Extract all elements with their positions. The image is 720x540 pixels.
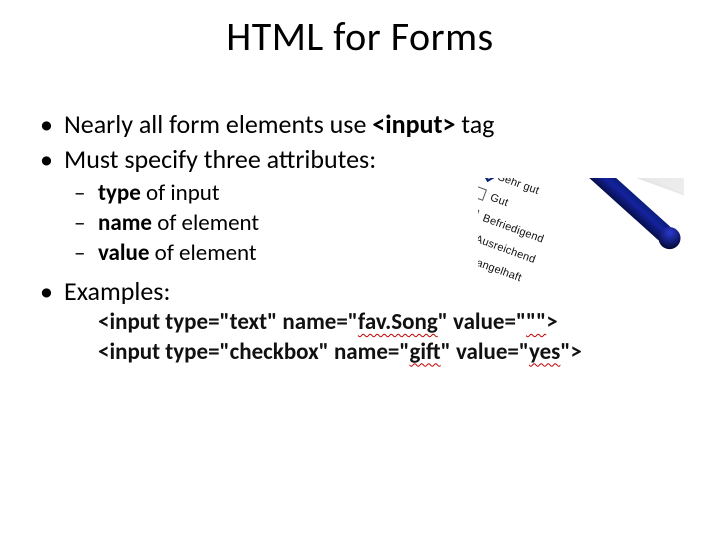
text: Examples: [64, 275, 170, 307]
code-example: <input type="text" name="fav.Song" value… [98, 308, 690, 367]
code-text: " value=" [438, 308, 526, 336]
spellcheck-word: fav.Song [358, 308, 438, 336]
survey-label: Gut [489, 192, 510, 210]
slide-title: HTML for Forms [0, 12, 720, 61]
decorative-photo: wertung Sehr gut Gut Befriedigend Ausrei… [478, 178, 684, 312]
spellcheck-word: gift [409, 338, 440, 366]
text: Must specify three attributes: [64, 143, 376, 175]
checkbox-icon [478, 186, 487, 201]
code-text: > [546, 308, 557, 336]
checkbox-icon [479, 178, 494, 180]
code-text: "> [560, 338, 582, 366]
text: of element [149, 239, 256, 267]
slide: HTML for Forms Nearly all form elements … [0, 0, 720, 540]
text: of element [152, 209, 259, 237]
code-line: <input type="text" name="fav.Song" value… [98, 308, 690, 337]
code-text: " value=" [441, 338, 529, 366]
code-text: <input type="text" name=" [98, 308, 358, 336]
code-line: <input type="checkbox" name="gift" value… [98, 338, 690, 367]
keyword: value [98, 239, 149, 267]
spellcheck-word: yes [529, 338, 560, 366]
text: of input [141, 179, 220, 207]
text: Nearly all form elements use [64, 108, 372, 140]
bullet-item: Nearly all form elements use <input> tag [30, 108, 690, 141]
checkbox-icon [478, 206, 479, 221]
keyword: type [98, 179, 141, 207]
text: tag [455, 108, 494, 140]
code-text: <input type="checkbox" name=" [98, 338, 409, 366]
survey-label: Sehr gut [496, 178, 541, 197]
keyword: name [98, 209, 152, 237]
inline-code: <input> [372, 108, 455, 140]
spellcheck-word: "" [526, 308, 546, 336]
survey-row: Gut [478, 186, 510, 210]
